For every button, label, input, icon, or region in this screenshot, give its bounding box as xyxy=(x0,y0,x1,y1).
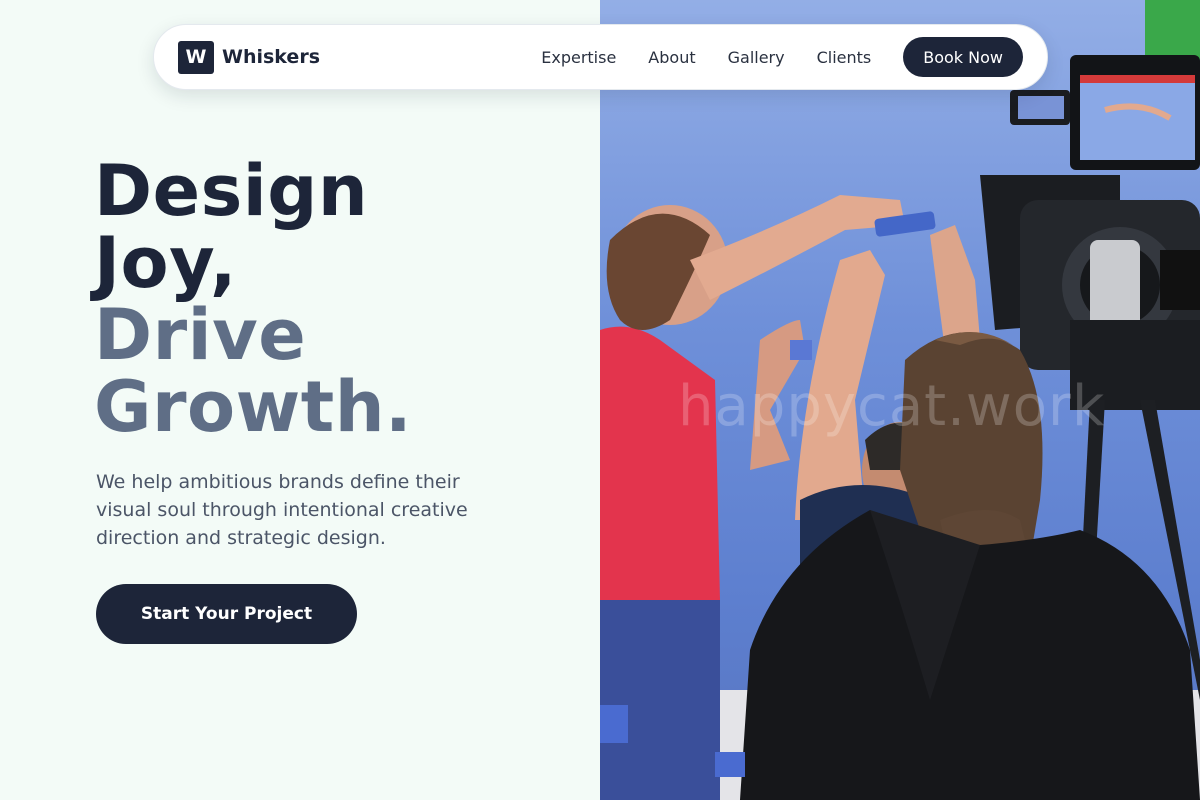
brand-name: Whiskers xyxy=(222,46,320,68)
hero-headline: Design Joy, Drive Growth. xyxy=(94,155,412,443)
hero-subtext: We help ambitious brands define their vi… xyxy=(96,471,468,549)
headline-line: Growth. xyxy=(94,366,413,448)
nav-link-about[interactable]: About xyxy=(648,48,695,67)
headline-line: Drive xyxy=(94,294,307,376)
hero-photo: happycat.work xyxy=(600,0,1200,800)
watermark-text: happycat.work xyxy=(678,374,1106,439)
headline-line: Joy, xyxy=(94,222,237,304)
start-project-button[interactable]: Start Your Project xyxy=(96,584,357,644)
book-now-button[interactable]: Book Now xyxy=(903,37,1023,77)
nav-links: Expertise About Gallery Clients Book Now xyxy=(541,37,1023,77)
brand-mark-icon: W xyxy=(178,40,214,74)
nav-link-gallery[interactable]: Gallery xyxy=(728,48,785,67)
top-nav: W Whiskers Expertise About Gallery Clien… xyxy=(153,24,1048,90)
nav-link-expertise[interactable]: Expertise xyxy=(541,48,616,67)
headline-line: Design xyxy=(94,150,369,232)
brand-logo[interactable]: W Whiskers xyxy=(178,40,320,74)
nav-link-clients[interactable]: Clients xyxy=(817,48,872,67)
